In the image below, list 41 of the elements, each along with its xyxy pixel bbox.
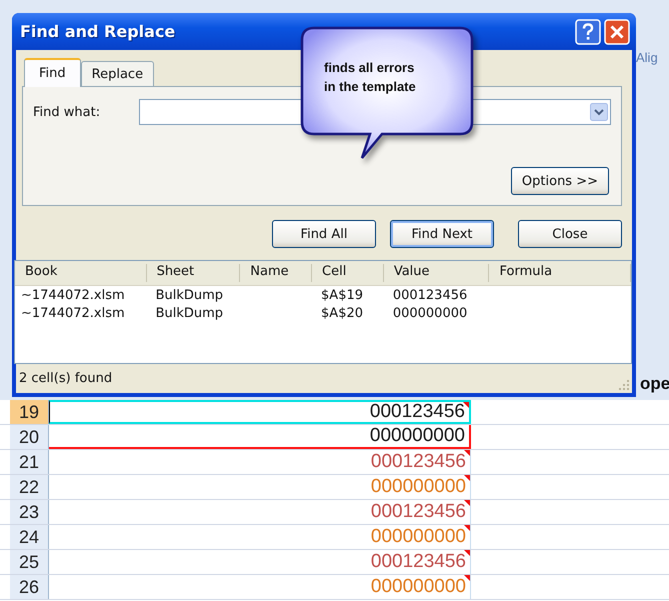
window-title: Find and Replace: [20, 22, 176, 41]
column-header[interactable]: Book: [15, 264, 147, 282]
result-cell-text: BulkDump: [154, 288, 224, 302]
result-cell-text: ~1744072.xlsm: [20, 306, 126, 320]
status-text: 2 cell(s) found: [19, 371, 112, 386]
row-header[interactable]: 25: [10, 550, 49, 574]
help-icon[interactable]: [575, 18, 601, 44]
row-header[interactable]: 24: [10, 525, 49, 549]
find-what-label: Find what:: [33, 104, 102, 120]
resize-grip-icon[interactable]: [618, 379, 630, 391]
column-header[interactable]: Cell: [312, 264, 384, 282]
dialog-button[interactable]: Find All: [272, 220, 376, 248]
column-header[interactable]: Sheet: [146, 264, 240, 282]
result-cell-text: BulkDump: [154, 306, 224, 320]
row-header[interactable]: 26: [10, 575, 49, 599]
row-header[interactable]: 20: [10, 425, 49, 449]
row-header[interactable]: 23: [10, 500, 49, 524]
row-header[interactable]: 22: [10, 475, 49, 499]
result-cell-text: $A$20: [320, 306, 364, 320]
ribbon-label: Alig: [636, 50, 658, 65]
options-button[interactable]: Options >>: [510, 167, 609, 195]
close-icon[interactable]: [604, 18, 630, 44]
tab[interactable]: Replace: [80, 61, 154, 86]
tab[interactable]: Find: [24, 58, 81, 87]
column-header[interactable]: Name: [240, 264, 312, 282]
column-header[interactable]: Value: [384, 264, 490, 282]
column-header[interactable]: Formula: [489, 264, 632, 282]
row-header[interactable]: 19: [10, 400, 49, 424]
spreadsheet-cell[interactable]: 000123456: [49, 550, 471, 574]
result-cell-text: 000123456: [392, 288, 468, 302]
dialog-button[interactable]: Close: [518, 220, 622, 248]
result-cell-text: 000000000: [392, 306, 468, 320]
result-cell-text: ~1744072.xlsm: [20, 288, 126, 302]
spreadsheet-cell[interactable]: 000000000: [49, 425, 471, 449]
row-header[interactable]: 21: [10, 450, 49, 474]
spreadsheet-cell[interactable]: 000123456: [49, 450, 471, 474]
spreadsheet-cell[interactable]: 000123456: [49, 500, 471, 524]
dialog-button[interactable]: Find Next: [390, 220, 494, 248]
spreadsheet-cell[interactable]: 000123456: [49, 400, 471, 424]
result-cell-text: $A$19: [320, 288, 364, 302]
callout-text: finds all errors in the template: [324, 59, 416, 96]
